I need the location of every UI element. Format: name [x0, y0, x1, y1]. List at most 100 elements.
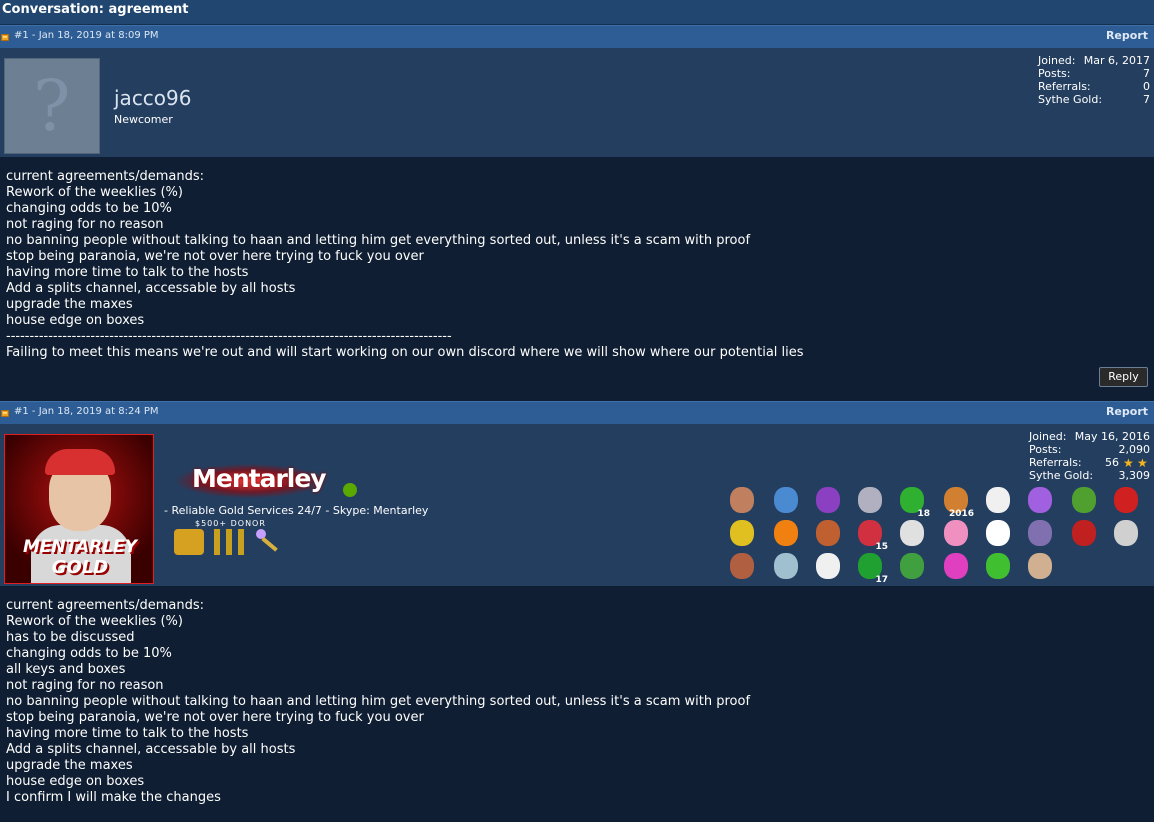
gem-trophy-icon[interactable]	[940, 517, 972, 549]
white-ribbon-trophy-icon[interactable]	[982, 517, 1014, 549]
trophy-shape	[816, 487, 840, 513]
anarchy-trophy-icon[interactable]	[726, 517, 758, 549]
post-message: current agreements/demands: Rework of the…	[6, 169, 804, 361]
user-title: - Reliable Gold Services 24/7 - Skype: M…	[164, 504, 429, 517]
red-ribbon-trophy-icon[interactable]	[1110, 484, 1142, 516]
trophy-shape	[900, 553, 924, 579]
trophy-shape	[986, 553, 1010, 579]
message-line: Add a splits channel, accessable by all …	[6, 742, 296, 757]
trophy-shape	[1028, 487, 1052, 513]
stat-joined: Joined: Mar 6, 2017	[1038, 54, 1150, 67]
key-icon[interactable]	[256, 529, 286, 555]
pizza-trophy-icon[interactable]	[812, 517, 844, 549]
trophy-shape	[730, 553, 754, 579]
message-line: house edge on boxes	[6, 313, 145, 328]
username[interactable]: Mentarley	[176, 458, 327, 500]
avatar[interactable]: ?	[4, 58, 100, 154]
avatar[interactable]: MENTARLEY GOLD	[4, 434, 154, 584]
mouse-trophy-icon[interactable]	[726, 484, 758, 516]
purple-blob-trophy-icon[interactable]	[1024, 484, 1056, 516]
conversation-title: Conversation: agreement	[2, 2, 189, 17]
stat-posts: Posts: 7	[1038, 67, 1150, 80]
message-line: current agreements/demands:	[6, 169, 204, 184]
penguin-trophy-icon[interactable]	[812, 550, 844, 582]
message-line: all keys and boxes	[6, 662, 126, 677]
post-header: #1 - Jan 18, 2019 at 8:24 PM Report	[0, 401, 1154, 424]
message-line: not raging for no reason	[6, 217, 164, 232]
post-message: current agreements/demands: Rework of the…	[6, 598, 750, 806]
trophy-shape	[816, 553, 840, 579]
trophy-shape	[1028, 520, 1052, 546]
scroll-trophy-icon[interactable]	[1110, 517, 1142, 549]
message-line: upgrade the maxes	[6, 297, 133, 312]
message-line: having more time to talk to the hosts	[6, 726, 249, 741]
message-line: changing odds to be 10%	[6, 646, 172, 661]
avatar-text: MENTARLEY	[22, 537, 138, 557]
message-line: house edge on boxes	[6, 774, 145, 789]
trophy-shape	[730, 520, 754, 546]
treasure-chest-icon[interactable]	[174, 529, 204, 555]
trophy-shape	[774, 553, 798, 579]
user-title: Newcomer	[114, 113, 173, 126]
message-line: Rework of the weeklies (%)	[6, 614, 183, 629]
message-line: stop being paranoia, we're not over here…	[6, 710, 424, 725]
mask-trophy-icon[interactable]	[982, 484, 1014, 516]
pepe-trophy-icon[interactable]	[1068, 484, 1100, 516]
message-line: no banning people without talking to haa…	[6, 233, 751, 248]
trophy-shape	[1072, 520, 1096, 546]
rainbow-trophy-icon[interactable]	[940, 550, 972, 582]
user-info-panel: MENTARLEY GOLD Mentarley - Reliable Gold…	[0, 424, 1154, 586]
llama-trophy-icon[interactable]	[1024, 550, 1056, 582]
leprechaun-hat-trophy-icon[interactable]: 17	[854, 550, 888, 585]
frog-trophy-icon[interactable]	[982, 550, 1014, 582]
trophy-shape	[858, 487, 882, 513]
reply-button[interactable]: Reply	[1099, 367, 1148, 387]
message-line: Rework of the weeklies (%)	[6, 185, 183, 200]
stat-sythe-gold: Sythe Gold: 3,309	[1029, 469, 1150, 482]
dragon-ball-trophy-icon[interactable]	[770, 517, 802, 549]
default-avatar-icon: ?	[33, 65, 71, 147]
post-icon	[1, 410, 9, 417]
avatar-cap-shape	[45, 449, 115, 475]
conversation-header: Conversation: agreement	[0, 0, 1154, 25]
rose-trophy-icon[interactable]: 15	[854, 517, 888, 552]
online-status-icon	[343, 483, 357, 497]
message-line: upgrade the maxes	[6, 758, 133, 773]
wizard-trophy-icon[interactable]	[1024, 517, 1056, 549]
message-line: ----------------------------------------…	[6, 329, 452, 344]
message-line: Failing to meet this means we're out and…	[6, 345, 804, 360]
username[interactable]: jacco96	[114, 86, 192, 110]
rick-trophy-icon[interactable]	[770, 550, 802, 582]
purple-creature-trophy-icon[interactable]	[812, 484, 844, 516]
username-text: Mentarley	[192, 464, 327, 493]
trophy-shape	[944, 553, 968, 579]
report-link[interactable]: Report	[1106, 29, 1148, 42]
meatball-trophy-icon[interactable]	[1068, 517, 1100, 549]
message-line: no banning people without talking to haa…	[6, 694, 751, 709]
dragon-trophy-icon[interactable]	[770, 484, 802, 516]
gold-bars-icon[interactable]	[214, 529, 244, 555]
post-icon	[1, 34, 9, 41]
face-trophy-icon[interactable]	[726, 550, 758, 582]
report-link[interactable]: Report	[1106, 405, 1148, 418]
message-line: changing odds to be 10%	[6, 201, 172, 216]
creeper-trophy-icon[interactable]	[896, 550, 928, 582]
trophy-shape	[1028, 553, 1052, 579]
post-header: #1 - Jan 18, 2019 at 8:09 PM Report	[0, 25, 1154, 48]
user-stats: Joined: Mar 6, 2017 Posts: 7 Referrals: 0 S…	[1038, 54, 1150, 106]
donor-label: $500+ DONOR	[195, 519, 266, 528]
post-meta[interactable]: #1 - Jan 18, 2019 at 8:09 PM	[14, 30, 159, 41]
firework-trophy-icon[interactable]: 2016	[940, 484, 974, 519]
trophy-shape	[986, 520, 1010, 546]
stat-joined: Joined: May 16, 2016	[1029, 430, 1150, 443]
wrench-trophy-icon[interactable]	[896, 517, 928, 549]
post-meta[interactable]: #1 - Jan 18, 2019 at 8:24 PM	[14, 406, 159, 417]
clover-trophy-icon[interactable]: 18	[896, 484, 930, 519]
user-info-panel: ? jacco96 Newcomer Joined: Mar 6, 2017 Po…	[0, 48, 1154, 157]
message-line: I confirm I will make the changes	[6, 790, 221, 805]
stat-referrals: Referrals: 0	[1038, 80, 1150, 93]
skull-trophy-icon[interactable]	[854, 484, 886, 516]
trophy-count: 17	[875, 575, 888, 585]
stat-sythe-gold: Sythe Gold: 7	[1038, 93, 1150, 106]
trophy-shape	[816, 520, 840, 546]
